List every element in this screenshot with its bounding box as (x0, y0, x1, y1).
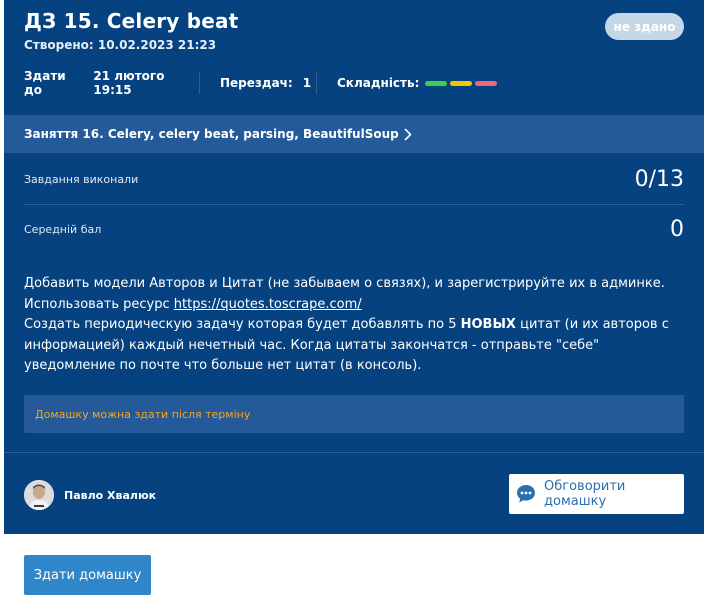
retakes: Перездач: 1 (220, 70, 316, 96)
difficulty: Складність: (337, 70, 498, 96)
completed-label: Завдання виконали (24, 172, 139, 186)
homework-meta: Здати до 21 лютого 19:15 Перездач: 1 Скл… (4, 69, 498, 97)
homework-title: ДЗ 15. Celery beat (24, 9, 239, 33)
difficulty-label: Складність: (337, 76, 420, 90)
card-divider (4, 452, 704, 453)
deadline: Здати до 21 лютого 19:15 (24, 69, 199, 97)
completed-value: 0/13 (634, 166, 684, 192)
deadline-label: Здати до (24, 69, 66, 97)
homework-description: Добавить модели Авторов и Цитат (не забы… (24, 274, 689, 377)
lesson-label: Заняття 16. Celery, celery beat, parsing… (24, 127, 399, 141)
author-name: Павло Хвалюк (64, 488, 157, 502)
resource-link[interactable]: https://quotes.toscrape.com/ (174, 297, 362, 312)
completed-stat: Завдання виконали 0/13 (24, 155, 684, 203)
created-date: Створено: 10.02.2023 21:23 (24, 38, 217, 52)
average-score-stat: Середній бал 0 (24, 205, 684, 253)
late-submission-notice: Домашку можна здати після терміну (24, 395, 684, 433)
submit-homework-button[interactable]: Здати домашку (24, 555, 151, 595)
retakes-label: Перездач: (220, 76, 293, 90)
description-line: Добавить модели Авторов и Цитат (не забы… (24, 276, 665, 291)
deadline-value: 21 лютого 19:15 (93, 69, 165, 97)
difficulty-bar-hard (475, 80, 498, 86)
description-emphasis: НОВЫХ (460, 317, 516, 332)
average-score-label: Середній бал (24, 222, 102, 236)
discuss-homework-button[interactable]: Обговорити домашку (509, 474, 684, 514)
description-line: Использовать ресурс (24, 296, 174, 312)
discuss-button-label: Обговорити домашку (544, 479, 626, 509)
average-score-value: 0 (670, 216, 684, 242)
homework-card: ДЗ 15. Celery beat Створено: 10.02.2023 … (4, 0, 704, 534)
author: Павло Хвалюк (24, 480, 156, 510)
difficulty-indicator (425, 80, 498, 86)
difficulty-bar-easy (425, 80, 448, 86)
description-line: Создать периодическую задачу которая буд… (24, 317, 461, 332)
difficulty-bar-medium (450, 80, 473, 86)
retakes-value: 1 (302, 76, 312, 90)
meta-divider (316, 72, 317, 94)
meta-divider (199, 72, 200, 94)
avatar (24, 480, 54, 510)
chat-icon (515, 483, 537, 505)
status-badge: не здано (605, 13, 684, 40)
lesson-link[interactable]: Заняття 16. Celery, celery beat, parsing… (4, 115, 704, 153)
chevron-right-icon (404, 128, 412, 141)
